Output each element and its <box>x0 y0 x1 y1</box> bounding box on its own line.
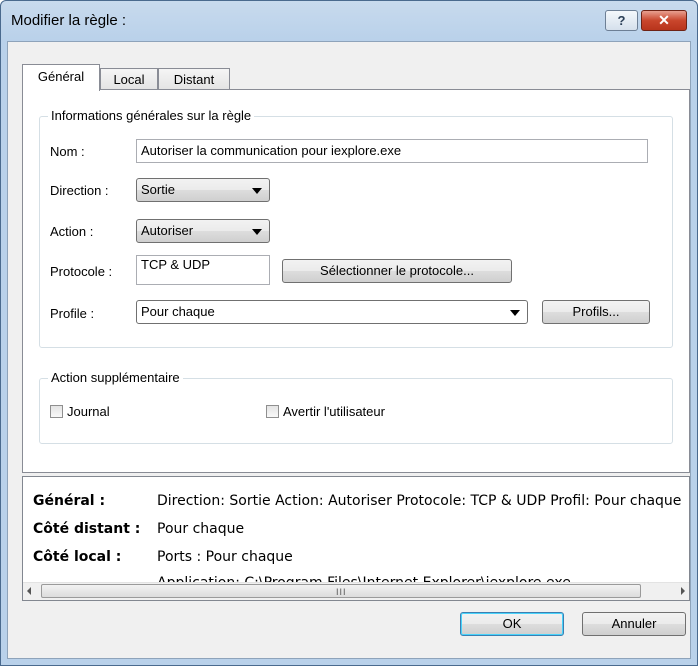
extra-action-group: Action supplémentaire Journal Avertir l'… <box>39 370 673 444</box>
extra-action-legend: Action supplémentaire <box>48 370 183 385</box>
scroll-left-icon[interactable] <box>27 587 31 595</box>
summary-remote-value: Pour chaque <box>157 521 245 537</box>
horizontal-scrollbar[interactable]: III <box>23 582 689 600</box>
profiles-button[interactable]: Profils... <box>542 300 650 324</box>
log-checkbox[interactable] <box>50 405 63 418</box>
rule-dialog: Modifier la règle : ? ✕ Général Local Di… <box>0 0 698 666</box>
chevron-down-icon <box>510 310 520 316</box>
tab-general[interactable]: Général <box>22 64 100 91</box>
close-icon: ✕ <box>658 12 670 28</box>
summary-local-ports: Ports : Pour chaque <box>157 549 293 565</box>
cancel-button[interactable]: Annuler <box>582 612 686 636</box>
name-field[interactable]: Autoriser la communication pour iexplore… <box>136 139 648 163</box>
profile-value: Pour chaque <box>141 304 215 319</box>
scrollbar-thumb[interactable]: III <box>41 584 641 598</box>
chevron-down-icon <box>252 229 262 235</box>
dialog-body: Général Local Distant Informations génér… <box>7 41 691 659</box>
scroll-right-icon[interactable] <box>681 587 685 595</box>
direction-label: Direction : <box>50 183 109 198</box>
rule-summary[interactable]: Général : Direction: Sortie Action: Auto… <box>22 476 690 601</box>
protocol-label: Protocole : <box>50 264 113 279</box>
notify-user-checkbox[interactable] <box>266 405 279 418</box>
summary-local-key: Côté local : <box>33 549 122 565</box>
tab-local[interactable]: Local <box>100 68 158 90</box>
log-label[interactable]: Journal <box>67 404 110 419</box>
action-value: Autoriser <box>141 223 194 238</box>
notify-user-label[interactable]: Avertir l'utilisateur <box>283 404 385 419</box>
ok-button[interactable]: OK <box>460 612 564 636</box>
name-label: Nom : <box>50 144 85 159</box>
close-button[interactable]: ✕ <box>641 10 687 31</box>
profile-select[interactable]: Pour chaque <box>136 300 528 324</box>
tab-panel-general: Informations générales sur la règle Nom … <box>22 89 690 473</box>
profile-label: Profile : <box>50 306 95 321</box>
chevron-down-icon <box>252 188 262 194</box>
summary-general-value: Direction: Sortie Action: Autoriser Prot… <box>157 493 682 509</box>
action-select[interactable]: Autoriser <box>136 219 270 243</box>
dialog-title: Modifier la règle : <box>11 12 127 29</box>
help-button[interactable]: ? <box>605 10 638 31</box>
grip-icon: III <box>336 587 347 597</box>
summary-remote-key: Côté distant : <box>33 521 141 537</box>
direction-value: Sortie <box>141 182 175 197</box>
title-bar[interactable]: Modifier la règle : ? ✕ <box>1 1 697 41</box>
help-icon: ? <box>617 13 626 28</box>
tab-remote[interactable]: Distant <box>158 68 230 90</box>
summary-general-key: Général : <box>33 493 106 509</box>
direction-select[interactable]: Sortie <box>136 178 270 202</box>
general-info-legend: Informations générales sur la règle <box>48 108 255 123</box>
protocol-field[interactable]: TCP & UDP <box>136 255 270 285</box>
action-label: Action : <box>50 224 94 239</box>
general-info-group: Informations générales sur la règle Nom … <box>39 108 673 348</box>
select-protocol-button[interactable]: Sélectionner le protocole... <box>282 259 512 283</box>
